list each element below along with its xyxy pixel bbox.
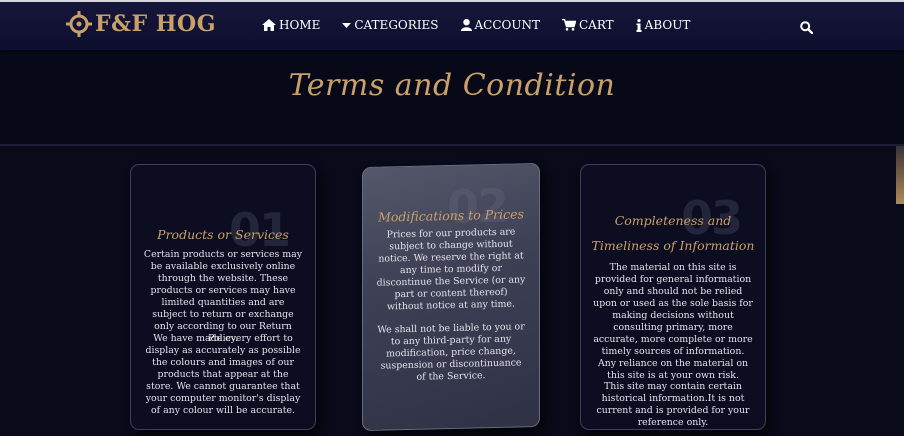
terms-card-prices: 02 Modifications to Prices Prices for ou… xyxy=(362,162,540,432)
brand-logo[interactable]: F&F HOG xyxy=(66,11,216,37)
nav-categories-label: CATEGORIES xyxy=(354,18,439,32)
caret-down-icon xyxy=(342,23,352,28)
card-paragraph: We shall not be liable to you or to any … xyxy=(377,321,525,383)
card-title: Timeliness of Information xyxy=(591,238,755,253)
crosshair-logo-icon xyxy=(66,11,92,37)
card-title: Modifications to Prices xyxy=(378,206,524,225)
card-paragraph: The material on this site is provided fo… xyxy=(593,262,753,381)
nav-cart-label: CART xyxy=(578,18,614,32)
nav-home-label: HOME xyxy=(279,18,321,32)
nav-about[interactable]: ABOUT xyxy=(636,18,691,32)
cart-icon xyxy=(561,19,576,31)
card-paragraph: This site may contain certain historical… xyxy=(596,381,750,428)
page-title: Terms and Condition xyxy=(288,68,616,103)
main-nav: HOME CATEGORIES ACCOUNT CART ABOUT xyxy=(262,18,712,32)
card-paragraph: Certain products or services may be avai… xyxy=(143,249,303,344)
search-icon xyxy=(800,21,814,35)
terms-card-completeness: 03 Completeness and Timeliness of Inform… xyxy=(580,164,766,430)
card-title: Completeness and xyxy=(614,213,732,228)
user-icon xyxy=(460,19,472,31)
card-paragraph: Prices for our products are subject to c… xyxy=(376,226,526,313)
nav-categories[interactable]: CATEGORIES xyxy=(342,18,439,32)
home-icon xyxy=(262,19,276,31)
terms-card-products: 01 Products or Services Certain products… xyxy=(130,164,316,430)
top-navbar: F&F HOG HOME CATEGORIES ACCOUNT CART ABO… xyxy=(0,0,904,50)
nav-about-label: ABOUT xyxy=(644,18,691,32)
nav-account-label: ACCOUNT xyxy=(474,18,540,32)
info-icon xyxy=(636,18,642,32)
card-paragraph: We have made every effort to display as … xyxy=(145,333,301,416)
search-button[interactable] xyxy=(800,19,814,38)
nav-account[interactable]: ACCOUNT xyxy=(460,18,540,32)
brand-name: F&F HOG xyxy=(95,11,216,37)
card-title: Products or Services xyxy=(157,227,289,242)
nav-cart[interactable]: CART xyxy=(561,18,614,32)
nav-home[interactable]: HOME xyxy=(262,18,320,32)
